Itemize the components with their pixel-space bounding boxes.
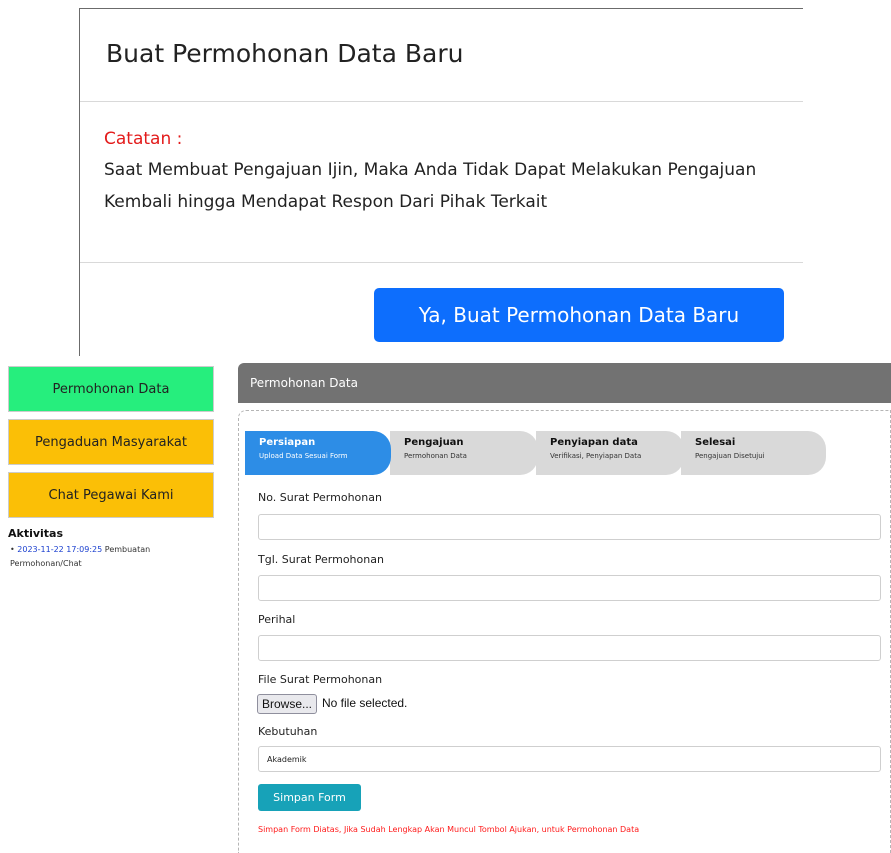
step-title: Pengajuan [404, 437, 464, 448]
activity-title: Aktivitas [8, 527, 64, 540]
tgl-surat-label: Tgl. Surat Permohonan [258, 553, 384, 566]
file-status-text: No file selected. [322, 696, 408, 710]
tgl-surat-input[interactable] [258, 575, 881, 601]
modal-divider-bottom [80, 262, 803, 263]
note-text: Saat Membuat Pengajuan Ijin, Maka Anda T… [104, 160, 757, 212]
step-pengajuan: Pengajuan Permohonan Data [390, 431, 538, 475]
browse-file-button[interactable]: Browse... [257, 694, 317, 714]
step-persiapan: Persiapan Upload Data Sesuai Form [245, 431, 391, 475]
modal-title: Buat Permohonan Data Baru [106, 39, 464, 68]
confirm-create-request-button[interactable]: Ya, Buat Permohonan Data Baru [374, 288, 784, 342]
activity-entry: • 2023-11-22 17:09:25 Pembuatan Permohon… [10, 543, 210, 571]
step-title: Persiapan [259, 437, 316, 448]
step-subtitle: Pengajuan Disetujui [695, 452, 765, 460]
modal-divider [80, 101, 803, 102]
step-selesai: Selesai Pengajuan Disetujui [681, 431, 826, 475]
step-penyiapan-data: Penyiapan data Verifikasi, Penyiapan Dat… [536, 431, 684, 475]
sidebar-item-permohonan-data[interactable]: Permohonan Data [8, 366, 214, 412]
step-subtitle: Upload Data Sesuai Form [259, 452, 348, 460]
sidebar-item-chat-pegawai[interactable]: Chat Pegawai Kami [8, 472, 214, 518]
step-title: Penyiapan data [550, 437, 638, 448]
file-surat-label: File Surat Permohonan [258, 673, 383, 686]
kebutuhan-label: Kebutuhan [258, 725, 318, 738]
no-surat-input[interactable] [258, 514, 881, 540]
activity-bullet: • [10, 545, 15, 554]
note-label: Catatan : [104, 129, 183, 149]
perihal-label: Perihal [258, 613, 296, 626]
save-form-button[interactable]: Simpan Form [258, 784, 361, 811]
sidebar-item-pengaduan-masyarakat[interactable]: Pengaduan Masyarakat [8, 419, 214, 465]
step-title: Selesai [695, 437, 736, 448]
no-surat-label: No. Surat Permohonan [258, 491, 382, 504]
step-subtitle: Verifikasi, Penyiapan Data [550, 452, 642, 460]
panel-header: Permohonan Data [238, 363, 891, 403]
create-request-modal: Buat Permohonan Data Baru Catatan : Saat… [79, 8, 803, 356]
kebutuhan-selected-value: Akademik [267, 754, 307, 764]
activity-timestamp: 2023-11-22 17:09:25 [17, 545, 103, 554]
form-warning-text: Simpan Form Diatas, Jika Sudah Lengkap A… [258, 825, 640, 834]
panel-title: Permohonan Data [250, 376, 358, 390]
step-subtitle: Permohonan Data [404, 452, 467, 460]
perihal-input[interactable] [258, 635, 881, 661]
kebutuhan-select[interactable]: Akademik [258, 746, 881, 772]
